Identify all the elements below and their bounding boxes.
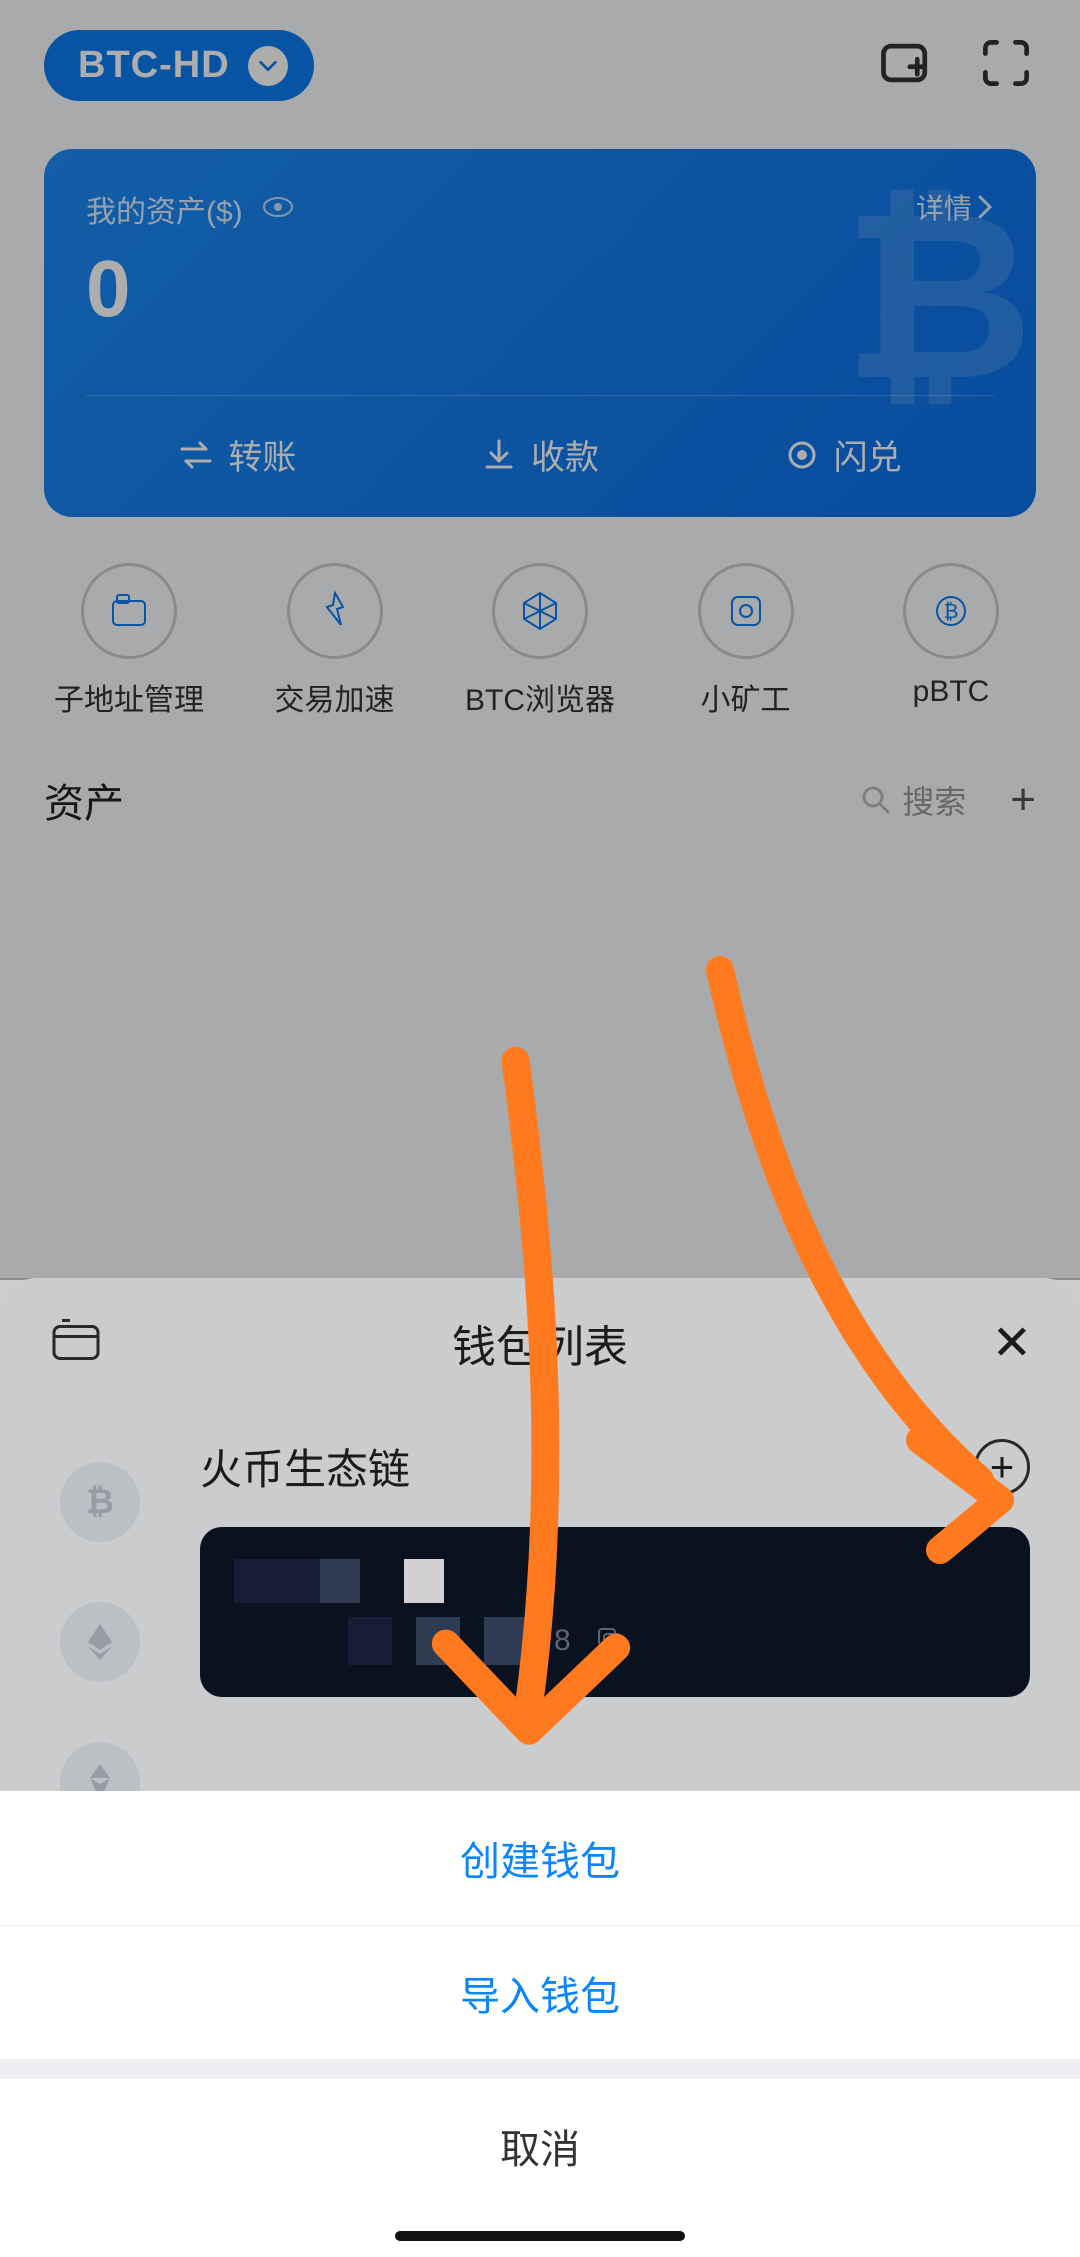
copy-icon[interactable] — [595, 1625, 623, 1658]
masked-address: 8 — [234, 1617, 996, 1665]
svg-text:₿: ₿ — [86, 1483, 114, 1521]
wallet-card[interactable]: 8 — [200, 1527, 1030, 1697]
create-wallet-button[interactable]: 创建钱包 — [0, 1791, 1080, 1925]
modal-title: 钱包列表 — [452, 1311, 628, 1375]
masked-name — [234, 1559, 444, 1603]
chain-eth[interactable] — [60, 1602, 140, 1682]
close-icon[interactable]: ✕ — [992, 1315, 1032, 1371]
wallet-list-icon[interactable] — [48, 1317, 104, 1370]
overlay-dim[interactable] — [0, 0, 1080, 1280]
add-chain-wallet-button[interactable]: + — [974, 1439, 1030, 1495]
chain-label: 火币生态链 — [200, 1436, 410, 1497]
home-indicator — [395, 2231, 685, 2241]
cancel-button[interactable]: 取消 — [0, 2079, 1080, 2213]
import-wallet-button[interactable]: 导入钱包 — [0, 1925, 1080, 2059]
chain-btc[interactable]: ₿ — [60, 1462, 140, 1542]
action-sheet: 创建钱包 导入钱包 取消 — [0, 1791, 1080, 2257]
